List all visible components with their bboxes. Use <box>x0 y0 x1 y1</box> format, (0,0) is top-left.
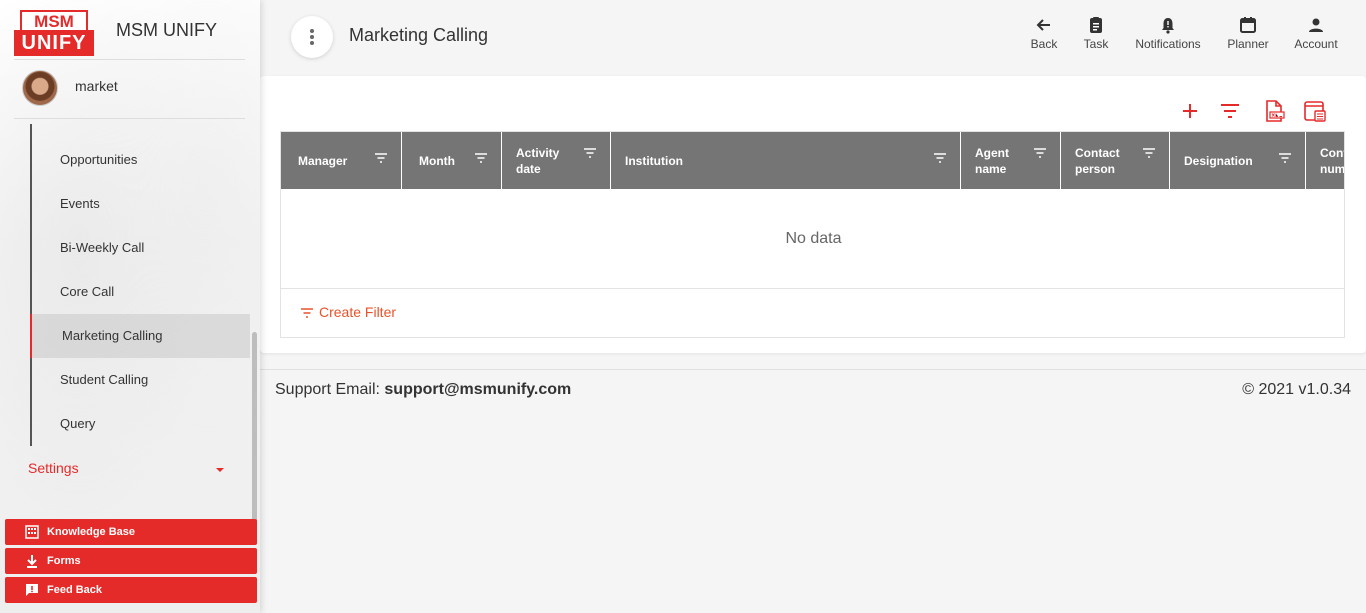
header: Marketing Calling Back Task Notification… <box>260 0 1366 74</box>
sidebar-item-bi-weekly-call[interactable]: Bi-Weekly Call <box>30 226 250 270</box>
create-filter-link[interactable]: Create Filter <box>301 304 396 320</box>
more-menu-button[interactable] <box>291 16 333 58</box>
back-button[interactable]: Back <box>1028 16 1060 56</box>
task-label: Task <box>1083 37 1109 51</box>
brand[interactable]: MSM UNIFY MSM UNIFY <box>14 10 260 60</box>
building-icon <box>25 525 39 539</box>
column-filter-icon[interactable] <box>584 148 596 158</box>
support-email[interactable]: support@msmunify.com <box>384 381 571 398</box>
divider <box>14 59 245 60</box>
column-filter-icon[interactable] <box>1279 153 1291 163</box>
page-title: Marketing Calling <box>349 25 489 45</box>
sidebar-scrollbar[interactable] <box>252 332 257 522</box>
column-header-month[interactable]: Month <box>402 132 502 189</box>
back-label: Back <box>1030 37 1058 51</box>
column-filter-icon[interactable] <box>1034 148 1046 158</box>
column-select-icon[interactable] <box>1303 100 1327 122</box>
bell-icon <box>1162 18 1174 34</box>
sidebar: MSM UNIFY MSM UNIFY market Opportunities… <box>0 0 260 613</box>
content-card: Manager Month Activity date Institution … <box>260 76 1366 353</box>
column-label: Agent name <box>975 145 1009 176</box>
sidebar-item-opportunities[interactable]: Opportunities <box>30 138 250 182</box>
kebab-dot <box>310 35 314 39</box>
settings-label: Settings <box>28 460 79 476</box>
notifications-label: Notifications <box>1135 37 1201 51</box>
divider <box>260 369 1366 370</box>
column-label: Contact number <box>1320 145 1345 176</box>
export-xls-icon[interactable] <box>1262 100 1286 122</box>
sidebar-item-marketing-calling[interactable]: Marketing Calling <box>30 314 250 358</box>
column-filter-icon[interactable] <box>375 153 387 163</box>
logo-bottom-text: UNIFY <box>14 30 94 56</box>
feed-back-label: Feed Back <box>47 584 103 596</box>
column-label: Designation <box>1184 153 1253 168</box>
support-label: Support Email: <box>275 381 380 398</box>
column-label: Activity date <box>516 145 560 176</box>
notifications-button[interactable]: Notifications <box>1132 16 1204 56</box>
account-button[interactable]: Account <box>1290 16 1342 56</box>
column-header-activity-date[interactable]: Activity date <box>502 132 611 189</box>
sidebar-item-core-call[interactable]: Core Call <box>30 270 250 314</box>
user-profile[interactable]: market <box>22 70 252 106</box>
column-label: Manager <box>298 153 348 168</box>
knowledge-base-label: Knowledge Base <box>47 526 136 538</box>
filter-icon <box>301 308 313 318</box>
forms-label: Forms <box>47 555 81 567</box>
kebab-dot <box>310 41 314 45</box>
data-table: Manager Month Activity date Institution … <box>280 131 1345 338</box>
column-header-contact-person[interactable]: Contact person <box>1061 132 1170 189</box>
chevron-down-icon <box>216 468 224 472</box>
column-label: Contact person <box>1075 145 1120 176</box>
sidebar-item-events[interactable]: Events <box>30 182 250 226</box>
logo-top-text: MSM <box>20 10 88 32</box>
column-filter-icon[interactable] <box>475 153 487 163</box>
column-header-contact-number[interactable]: Contact number <box>1306 132 1345 189</box>
kebab-dot <box>310 29 314 33</box>
add-icon[interactable] <box>1178 100 1202 122</box>
column-header-designation[interactable]: Designation <box>1170 132 1306 189</box>
column-filter-icon[interactable] <box>934 153 946 163</box>
column-header-manager[interactable]: Manager <box>281 132 402 189</box>
user-name: market <box>75 78 118 94</box>
column-header-agent-name[interactable]: Agent name <box>961 132 1061 189</box>
avatar <box>22 70 58 106</box>
divider <box>14 118 245 119</box>
sidebar-item-student-calling[interactable]: Student Calling <box>30 358 250 402</box>
column-label: Institution <box>625 153 683 168</box>
column-header-institution[interactable]: Institution <box>611 132 961 189</box>
table-header: Manager Month Activity date Institution … <box>281 132 1345 189</box>
planner-button[interactable]: Planner <box>1224 16 1272 56</box>
calendar-icon <box>1240 17 1256 33</box>
arrow-left-icon <box>1036 19 1050 31</box>
create-filter-label: Create Filter <box>319 304 397 320</box>
filter-icon[interactable] <box>1218 100 1242 122</box>
forms-button[interactable]: Forms <box>5 548 257 574</box>
feed-back-button[interactable]: Feed Back <box>5 577 257 603</box>
account-label: Account <box>1294 37 1338 51</box>
column-label: Month <box>419 153 455 168</box>
task-button[interactable]: Task <box>1080 16 1112 56</box>
clipboard-icon <box>1090 17 1102 33</box>
column-filter-icon[interactable] <box>1143 148 1155 158</box>
person-icon <box>1309 18 1323 32</box>
download-icon <box>27 555 37 568</box>
brand-name: MSM UNIFY <box>116 20 217 40</box>
planner-label: Planner <box>1227 37 1269 51</box>
empty-state-text: No data <box>281 189 1344 289</box>
support-info: Support Email: support@msmunify.com <box>275 381 571 399</box>
feedback-icon <box>26 584 38 596</box>
version-text: © 2021 v1.0.34 <box>1242 381 1351 398</box>
msm-unify-logo: MSM UNIFY <box>14 10 94 56</box>
sidebar-settings[interactable]: Settings <box>28 460 228 482</box>
sidebar-item-query[interactable]: Query <box>30 402 250 446</box>
knowledge-base-button[interactable]: Knowledge Base <box>5 519 257 545</box>
